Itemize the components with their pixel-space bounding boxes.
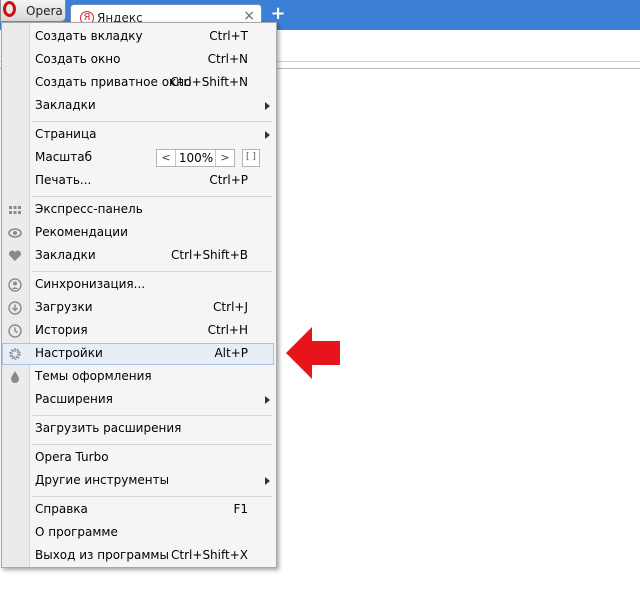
menu-item-shortcut: Alt+P <box>214 346 248 360</box>
menu-item-get-extensions[interactable]: Загрузить расширения <box>2 418 274 440</box>
menu-item-history[interactable]: История Ctrl+H <box>2 320 274 342</box>
zoom-control: < 100% > <box>156 149 235 167</box>
menu-item-recommendations[interactable]: Рекомендации <box>2 222 274 244</box>
menu-separator <box>32 196 272 197</box>
menu-item-new-private-window[interactable]: Создать приватное окно Ctrl+Shift+N <box>2 72 274 94</box>
opera-button-label: Opera <box>26 4 63 18</box>
menu-item-settings[interactable]: Настройки Alt+P <box>2 343 274 365</box>
menu-item-label: Загрузить расширения <box>35 421 182 435</box>
menu-item-label: Opera Turbo <box>35 450 109 464</box>
menu-item-label: Создать приватное окно <box>35 75 192 89</box>
menu-item-other-tools[interactable]: Другие инструменты <box>2 470 274 492</box>
menu-item-label: Закладки <box>35 248 96 262</box>
menu-item-shortcut: Ctrl+P <box>209 173 248 187</box>
menu-item-exit[interactable]: Выход из программы Ctrl+Shift+X <box>2 545 274 567</box>
menu-item-label: О программе <box>35 525 118 539</box>
menu-item-shortcut: Ctrl+J <box>213 300 248 314</box>
menu-item-new-window[interactable]: Создать окно Ctrl+N <box>2 49 274 71</box>
new-tab-button[interactable]: + <box>270 5 286 23</box>
menu-item-label: Печать... <box>35 173 92 187</box>
eye-icon <box>8 228 22 238</box>
menu-separator <box>32 444 272 445</box>
menu-item-label: Экспресс-панель <box>35 202 143 216</box>
menu-item-label: Создать вкладку <box>35 29 143 43</box>
menu-item-shortcut: F1 <box>233 502 248 516</box>
heart-icon <box>8 250 22 261</box>
menu-item-shortcut: Ctrl+H <box>207 323 248 337</box>
menu-item-label: Выход из программы <box>35 548 169 562</box>
submenu-arrow-icon <box>265 131 270 139</box>
menu-separator <box>32 496 272 497</box>
menu-item-label: Рекомендации <box>35 225 128 239</box>
menu-item-label: Справка <box>35 502 88 516</box>
menu-item-bookmarks-submenu[interactable]: Закладки <box>2 95 274 117</box>
menu-item-extensions[interactable]: Расширения <box>2 389 274 411</box>
menu-item-print[interactable]: Печать... Ctrl+P <box>2 170 274 192</box>
menu-item-sync[interactable]: Синхронизация... <box>2 274 274 296</box>
menu-item-label: Расширения <box>35 392 113 406</box>
menu-item-shortcut: Ctrl+Shift+N <box>170 75 248 89</box>
menu-item-shortcut: Ctrl+Shift+X <box>171 548 248 562</box>
drop-icon <box>11 371 19 383</box>
zoom-level: 100% <box>178 151 214 165</box>
menu-item-downloads[interactable]: Загрузки Ctrl+J <box>2 297 274 319</box>
menu-item-shortcut: Ctrl+T <box>209 29 248 43</box>
menu-item-shortcut: Ctrl+N <box>207 52 248 66</box>
clock-icon <box>8 324 22 338</box>
menu-item-themes[interactable]: Темы оформления <box>2 366 274 388</box>
menu-item-speed-dial[interactable]: Экспресс-панель <box>2 199 274 221</box>
menu-item-label: Темы оформления <box>35 369 152 383</box>
submenu-arrow-icon <box>265 396 270 404</box>
menu-item-label: Закладки <box>35 98 96 112</box>
menu-separator <box>32 415 272 416</box>
submenu-arrow-icon <box>265 477 270 485</box>
menu-item-bookmarks[interactable]: Закладки Ctrl+Shift+B <box>2 245 274 267</box>
menu-separator <box>32 271 272 272</box>
menu-item-label: Загрузки <box>35 300 93 314</box>
download-icon <box>8 301 22 315</box>
menu-item-new-tab[interactable]: Создать вкладку Ctrl+T <box>2 26 274 48</box>
opera-main-menu: Создать вкладку Ctrl+T Создать окно Ctrl… <box>1 22 277 568</box>
zoom-in-button[interactable]: > <box>215 150 234 166</box>
menu-item-label: Другие инструменты <box>35 473 170 487</box>
red-pointer-arrow-icon <box>286 327 340 379</box>
fullscreen-button[interactable]: [ ] <box>242 149 260 167</box>
menu-item-shortcut: Ctrl+Shift+B <box>171 248 248 262</box>
menu-item-label: Страница <box>35 127 97 141</box>
menu-item-label: Синхронизация... <box>35 277 146 291</box>
menu-separator <box>32 121 272 122</box>
menu-item-label: Настройки <box>35 346 103 360</box>
menu-item-about[interactable]: О программе <box>2 522 274 544</box>
menu-item-help[interactable]: Справка F1 <box>2 499 274 521</box>
opera-menu-button[interactable]: Opera <box>0 0 66 22</box>
menu-item-label: История <box>35 323 88 337</box>
menu-item-label: Создать окно <box>35 52 121 66</box>
menu-item-label: Масштаб <box>35 150 93 164</box>
submenu-arrow-icon <box>265 102 270 110</box>
menu-item-opera-turbo[interactable]: Opera Turbo <box>2 447 274 469</box>
gear-icon <box>9 348 21 360</box>
zoom-out-button[interactable]: < <box>157 150 176 166</box>
opera-logo-icon <box>3 1 16 17</box>
grid-icon <box>9 206 21 214</box>
menu-item-page[interactable]: Страница <box>2 124 274 146</box>
user-icon <box>8 278 22 292</box>
